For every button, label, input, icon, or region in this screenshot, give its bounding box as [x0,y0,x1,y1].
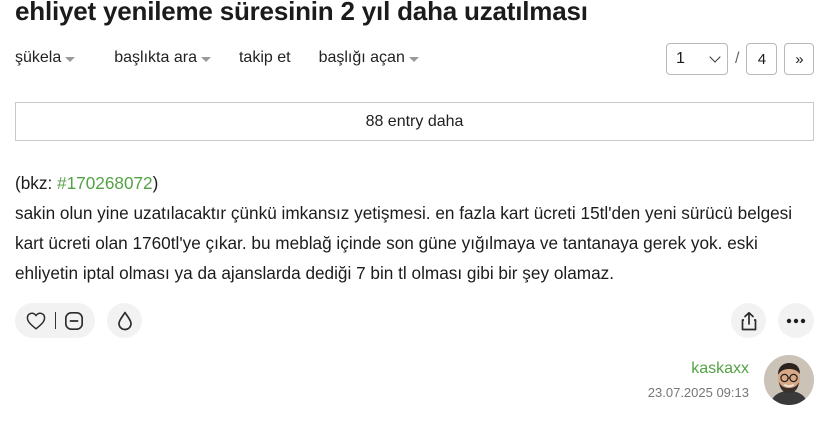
more-options-button[interactable] [778,303,814,338]
topic-opener-dropdown[interactable]: başlığı açan [319,49,419,67]
last-page-button[interactable]: 4 [746,43,778,75]
author-name[interactable]: kaskaxx [648,358,749,380]
favorite-button[interactable] [107,303,142,338]
page-separator: / [735,50,740,67]
total-pages: 4 [757,50,767,68]
sukela-dropdown[interactable]: şükela [15,49,76,67]
bkz-suffix: ) [152,173,159,193]
entry-content: (bkz: #170268072) sakin olun yine uzatıl… [15,168,815,288]
follow-label: takip et [238,49,291,66]
topic-title[interactable]: ehliyet yenileme süresinin 2 yıl daha uz… [15,0,588,27]
bkz-reference: (bkz: #170268072) [15,168,815,198]
search-in-topic-label: başlıkta ara [114,49,197,66]
current-page: 1 [676,50,685,67]
avatar[interactable] [764,355,814,405]
entry-body: sakin olun yine uzatılacaktır çünkü imka… [15,203,793,283]
more-entries-label: 88 entry daha [365,112,464,130]
minus-circle-icon[interactable] [64,311,84,331]
chevron-down-icon [709,51,721,63]
caret-down-icon [200,56,211,62]
topic-toolbar: şükela başlıkta ara takip et başlığı aça… [15,47,419,69]
page-select[interactable]: 1 [666,43,728,75]
pagination: 1 / 4 » [666,43,815,75]
vote-pill [15,303,95,338]
entry-actions [15,303,142,338]
bkz-link[interactable]: #170268072 [57,173,153,193]
entry-date[interactable]: 23.07.2025 09:13 [648,385,749,401]
vote-divider [54,312,56,329]
share-button[interactable] [731,303,766,338]
caret-down-icon [408,56,419,62]
search-in-topic-dropdown[interactable]: başlıkta ara [114,49,211,67]
sukela-label: şükela [15,49,62,66]
entry-author-info: kaskaxx 23.07.2025 09:13 [648,358,749,401]
bkz-prefix: (bkz: [15,173,58,193]
next-page-button[interactable]: » [784,43,815,75]
ellipsis-icon [786,318,806,324]
next-page-label: » [795,50,804,68]
heart-icon[interactable] [26,311,46,330]
share-icon [740,311,758,331]
topic-opener-label: başlığı açan [318,49,405,66]
drop-icon [117,311,133,331]
caret-down-icon [65,56,76,62]
show-more-entries-button[interactable]: 88 entry daha [15,102,814,141]
follow-button[interactable]: takip et [239,49,291,67]
